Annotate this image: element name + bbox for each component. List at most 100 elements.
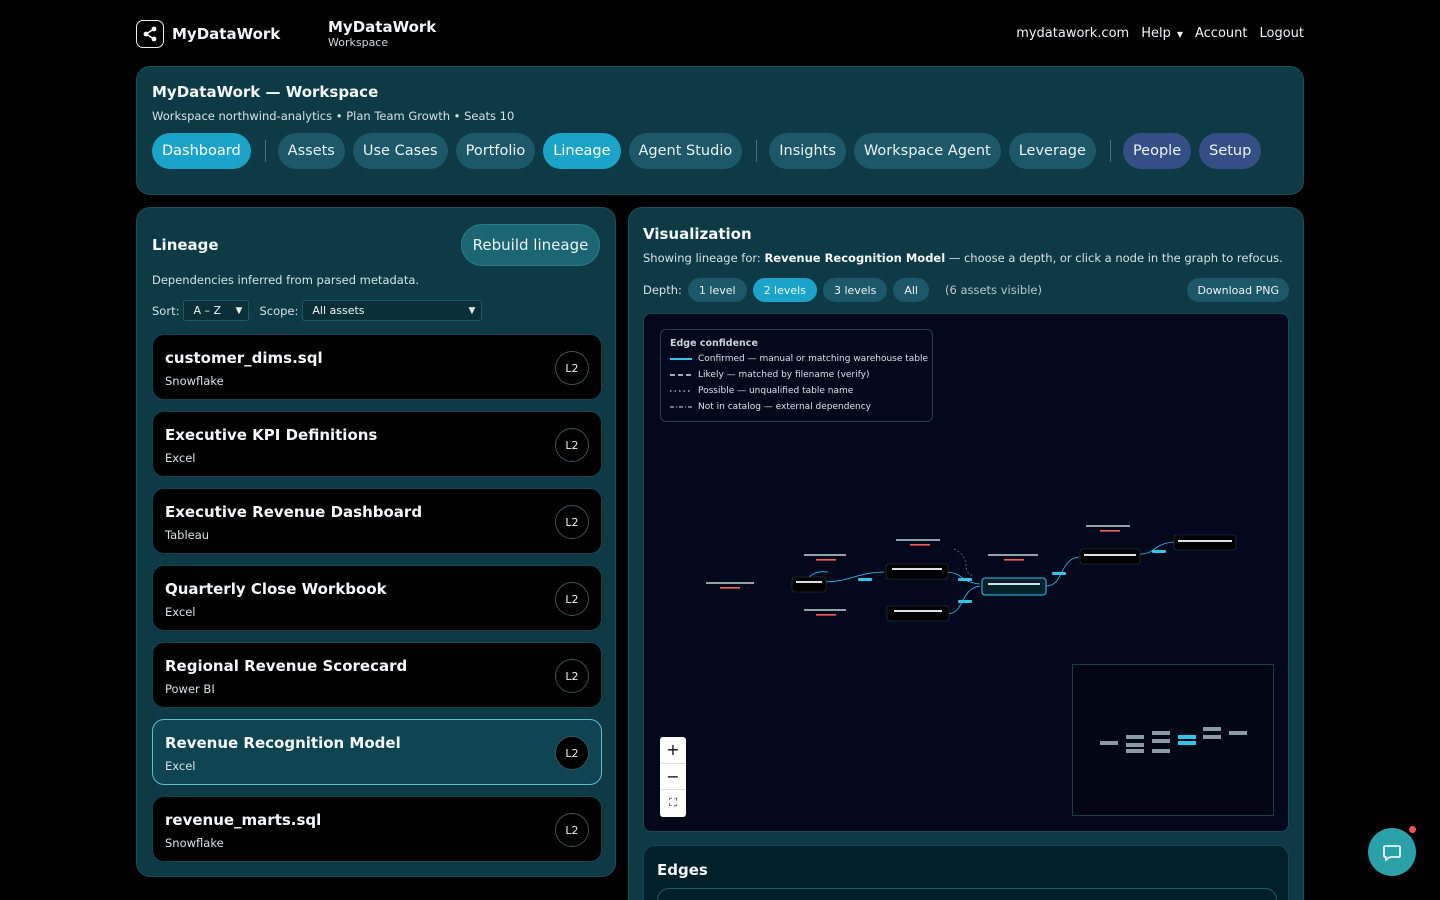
- brand[interactable]: MyDataWork: [136, 20, 280, 48]
- notification-dot: [1409, 826, 1416, 833]
- download-png-button[interactable]: Download PNG: [1187, 278, 1289, 302]
- tab-dashboard[interactable]: Dashboard: [152, 133, 251, 169]
- asset-card[interactable]: Executive KPI Definitions Excel L2: [152, 411, 602, 477]
- focused-asset: Revenue Recognition Model: [764, 251, 946, 265]
- scope-select[interactable]: All assets ▼: [302, 300, 483, 321]
- top-bar: MyDataWork MyDataWork Workspace mydatawo…: [136, 18, 1304, 54]
- tab-setup[interactable]: Setup: [1199, 133, 1262, 169]
- asset-card[interactable]: customer_dims.sql Snowflake L2: [152, 334, 602, 400]
- lineage-graph[interactable]: Edge confidence Confirmed — manual or ma…: [643, 313, 1289, 832]
- minimap-node: [1152, 739, 1170, 743]
- asset-type: Tableau: [165, 528, 210, 542]
- tab-use-cases[interactable]: Use Cases: [352, 133, 448, 169]
- asset-card[interactable]: Regional Revenue Scorecard Power BI L2: [152, 642, 602, 708]
- depth-controls: Depth: 1 level 2 levels 3 levels All (6 …: [643, 278, 1289, 302]
- edges-list: [657, 888, 1277, 900]
- scope-value: All assets: [312, 304, 365, 317]
- node-text: [896, 539, 940, 541]
- zoom-out-button[interactable]: −: [660, 764, 686, 791]
- workspace-label: MyDataWork Workspace: [328, 18, 436, 50]
- tab-lineage[interactable]: Lineage: [543, 133, 621, 169]
- depth-2-levels[interactable]: 2 levels: [752, 278, 817, 302]
- rebuild-lineage-button[interactable]: Rebuild lineage: [461, 224, 600, 266]
- depth-1-level[interactable]: 1 level: [687, 278, 747, 302]
- minimap-node: [1126, 735, 1144, 739]
- asset-name: Executive KPI Definitions: [165, 426, 378, 444]
- asset-card[interactable]: Executive Revenue Dashboard Tableau L2: [152, 488, 602, 554]
- caret-down-icon: ▼: [1176, 30, 1183, 39]
- node-risk-text: [1100, 530, 1120, 532]
- workspace-subtitle: Workspace: [328, 36, 389, 49]
- edge-label-confirmed: [1152, 550, 1166, 553]
- graph-node: [885, 563, 949, 580]
- node-title: [892, 568, 942, 570]
- asset-card-selected[interactable]: Revenue Recognition Model Excel L2: [152, 719, 602, 785]
- minimap-canvas: [1100, 727, 1247, 753]
- level-badge: L2: [555, 659, 589, 693]
- graph-edge: [953, 548, 975, 577]
- tab-insights[interactable]: Insights: [769, 133, 846, 169]
- account-link[interactable]: Account: [1195, 26, 1248, 41]
- node-text: [804, 609, 846, 611]
- minimap-node: [1126, 749, 1144, 753]
- chat-button[interactable]: [1368, 828, 1416, 876]
- asset-name: Quarterly Close Workbook: [165, 580, 387, 598]
- tab-agent-studio[interactable]: Agent Studio: [628, 133, 743, 169]
- site-link[interactable]: mydatawork.com: [1016, 26, 1129, 41]
- node-text: [988, 554, 1038, 556]
- share-icon: [136, 20, 164, 48]
- fit-view-button[interactable]: ⛶: [660, 790, 686, 817]
- chat-icon: [1383, 845, 1401, 862]
- level-badge: L2: [555, 736, 589, 770]
- lineage-title: Lineage: [152, 236, 219, 254]
- tab-workspace-agent[interactable]: Workspace Agent: [853, 133, 1001, 169]
- depth-all[interactable]: All: [893, 278, 929, 302]
- level-badge: L2: [555, 582, 589, 616]
- workspace-title: MyDataWork: [328, 18, 437, 36]
- minimap-node: [1152, 749, 1170, 753]
- depth-3-levels[interactable]: 3 levels: [822, 278, 888, 302]
- tab-leverage[interactable]: Leverage: [1008, 133, 1096, 169]
- graph-node-focused: [981, 577, 1047, 596]
- sort-value: A – Z: [193, 304, 222, 317]
- level-badge: L2: [555, 505, 589, 539]
- asset-name: Revenue Recognition Model: [165, 734, 401, 752]
- depth-label: Depth:: [643, 283, 682, 297]
- scope-label: Scope:: [259, 303, 299, 318]
- node-title: [1084, 554, 1136, 556]
- visible-count: (6 assets visible): [944, 283, 1042, 297]
- brand-name: MyDataWork: [172, 25, 281, 43]
- asset-name: customer_dims.sql: [165, 349, 323, 367]
- asset-card[interactable]: Quarterly Close Workbook Excel L2: [152, 565, 602, 631]
- zoom-in-button[interactable]: +: [660, 737, 686, 764]
- chevron-down-icon: ▼: [235, 305, 243, 316]
- nav-divider: [756, 140, 758, 162]
- asset-card[interactable]: revenue_marts.sql Snowflake L2: [152, 796, 602, 862]
- minimap-node: [1229, 731, 1247, 735]
- level-badge: L2: [555, 428, 589, 462]
- node-risk-text: [816, 559, 836, 561]
- help-menu[interactable]: Help ▼: [1141, 26, 1183, 41]
- tab-assets[interactable]: Assets: [277, 133, 345, 169]
- minimap-node: [1152, 731, 1170, 735]
- edge-label-confirmed: [858, 578, 872, 581]
- minimap-node: [1203, 735, 1221, 739]
- desc-suffix: — choose a depth, or click a node in the…: [948, 251, 1283, 265]
- logout-link[interactable]: Logout: [1259, 26, 1304, 41]
- edge-label-confirmed: [958, 578, 972, 581]
- help-label: Help: [1141, 26, 1171, 41]
- graph-minimap[interactable]: [1072, 664, 1274, 816]
- sort-select[interactable]: A – Z ▼: [183, 300, 250, 321]
- lineage-panel: Lineage Rebuild lineage Dependencies inf…: [136, 207, 616, 877]
- workspace-meta: Workspace northwind-analytics • Plan Tea…: [152, 109, 515, 123]
- minimap-node: [1126, 743, 1144, 747]
- top-links: mydatawork.com Help ▼ Account Logout: [1016, 26, 1304, 41]
- node-title: [988, 583, 1040, 585]
- visualization-title: Visualization: [643, 225, 752, 243]
- filter-row: Sort: A – Z ▼ Scope: All assets ▼: [152, 300, 483, 321]
- graph-node: [1079, 548, 1141, 565]
- minimap-node: [1178, 741, 1196, 745]
- sort-label: Sort:: [152, 303, 180, 318]
- tab-people[interactable]: People: [1122, 133, 1192, 169]
- tab-portfolio[interactable]: Portfolio: [455, 133, 536, 169]
